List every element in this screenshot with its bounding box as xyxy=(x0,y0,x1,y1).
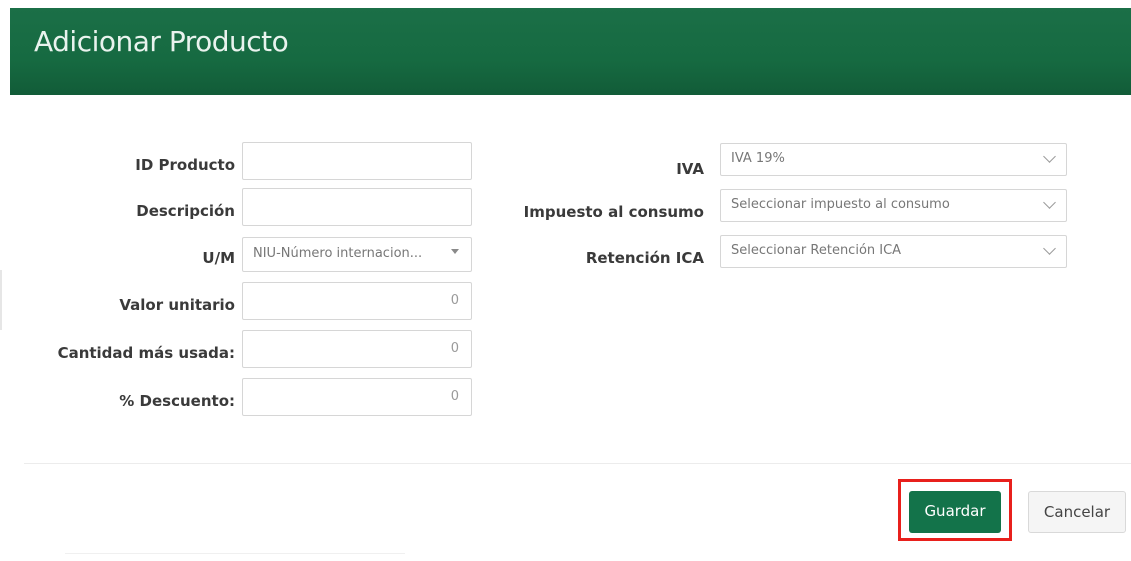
id-producto-input[interactable] xyxy=(242,142,472,180)
add-product-dialog: Adicionar Producto ID Producto Descripci… xyxy=(10,8,1131,561)
impuesto-consumo-selected-value: Seleccionar impuesto al consumo xyxy=(731,197,950,212)
chevron-down-icon xyxy=(1043,242,1056,255)
um-label: U/M xyxy=(202,249,235,267)
iva-label: IVA xyxy=(676,160,704,178)
caret-down-icon xyxy=(451,249,459,254)
cancel-button[interactable]: Cancelar xyxy=(1028,491,1126,533)
retencion-ica-label: Retención ICA xyxy=(585,249,704,267)
descripcion-label: Descripción xyxy=(136,202,235,220)
valor-unitario-label: Valor unitario xyxy=(119,296,235,314)
iva-selected-value: IVA 19% xyxy=(731,151,785,166)
impuesto-consumo-select[interactable]: Seleccionar impuesto al consumo xyxy=(720,189,1067,222)
cantidad-value: 0 xyxy=(450,341,459,356)
descuento-value: 0 xyxy=(450,389,459,404)
footer-divider xyxy=(24,463,1131,464)
iva-select[interactable]: IVA 19% xyxy=(720,143,1067,176)
um-selected-value: NIU-Número internacion... xyxy=(253,246,423,261)
valor-unitario-value: 0 xyxy=(450,293,459,308)
descuento-label: % Descuento: xyxy=(119,392,235,410)
chevron-down-icon xyxy=(1043,196,1056,209)
retencion-ica-selected-value: Seleccionar Retención ICA xyxy=(731,243,902,258)
um-select[interactable]: NIU-Número internacion... xyxy=(242,237,472,272)
cantidad-label: Cantidad más usada: xyxy=(57,344,235,362)
id-producto-label: ID Producto xyxy=(135,156,235,174)
save-button[interactable]: Guardar xyxy=(909,491,1001,533)
left-edge-shadow xyxy=(0,270,2,330)
retencion-ica-select[interactable]: Seleccionar Retención ICA xyxy=(720,235,1067,268)
impuesto-consumo-label: Impuesto al consumo xyxy=(523,203,704,221)
cantidad-input[interactable]: 0 xyxy=(242,330,472,368)
bottom-faint-divider xyxy=(65,553,405,554)
descripcion-input[interactable] xyxy=(242,188,472,226)
dialog-header: Adicionar Producto xyxy=(10,8,1131,95)
chevron-down-icon xyxy=(1043,150,1056,163)
valor-unitario-input[interactable]: 0 xyxy=(242,282,472,320)
dialog-title: Adicionar Producto xyxy=(34,25,289,58)
descuento-input[interactable]: 0 xyxy=(242,378,472,416)
